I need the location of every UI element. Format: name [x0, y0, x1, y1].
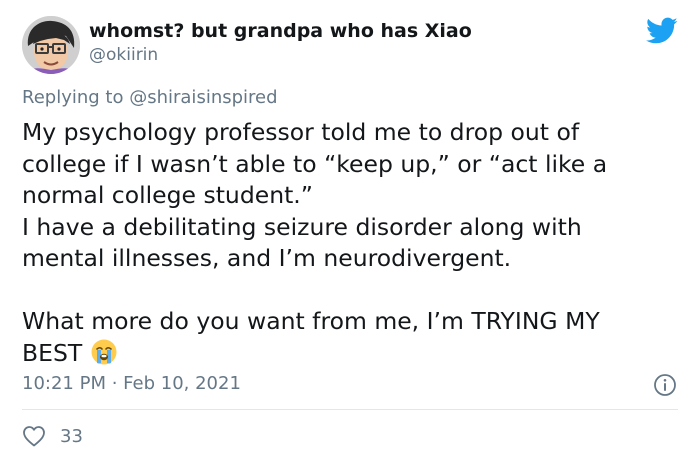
author-handle[interactable]: @okiirin	[89, 45, 158, 65]
reply-context: Replying to @shiraisinspired	[22, 87, 278, 108]
tweet-line: I have a debilitating seizure disorder a…	[22, 212, 582, 241]
tweet-line: What more do you want from me, I’m TRYIN…	[22, 307, 600, 335]
avatar-image	[22, 16, 80, 74]
divider	[22, 409, 678, 410]
author-display-name[interactable]: whomst? but grandpa who has Xiao	[89, 20, 472, 42]
twitter-bird-icon[interactable]	[646, 17, 678, 45]
info-icon[interactable]	[653, 373, 677, 397]
tweet-line: normal college student.”	[22, 181, 313, 209]
reply-prefix: Replying to	[22, 87, 124, 108]
heart-icon[interactable]	[22, 425, 46, 447]
tweet-line: My psychology professor told me to drop …	[22, 118, 580, 146]
loudly-crying-face-emoji-icon	[90, 338, 118, 366]
tweet-line-text: BEST	[22, 338, 83, 367]
tweet-line: college if I wasn’t able to “keep up,” o…	[22, 149, 608, 178]
reply-mention-link[interactable]: @shiraisinspired	[129, 87, 277, 108]
tweet-line: mental illnesses, and I’m neurodivergent…	[22, 244, 512, 272]
tweet-timestamp[interactable]: 10:21 PM · Feb 10, 2021	[22, 373, 241, 394]
avatar[interactable]	[22, 16, 80, 74]
like-count: 33	[60, 426, 83, 447]
tweet-line-last: BEST	[22, 338, 682, 370]
tweet-text: My psychology professor told me to drop …	[22, 117, 682, 369]
